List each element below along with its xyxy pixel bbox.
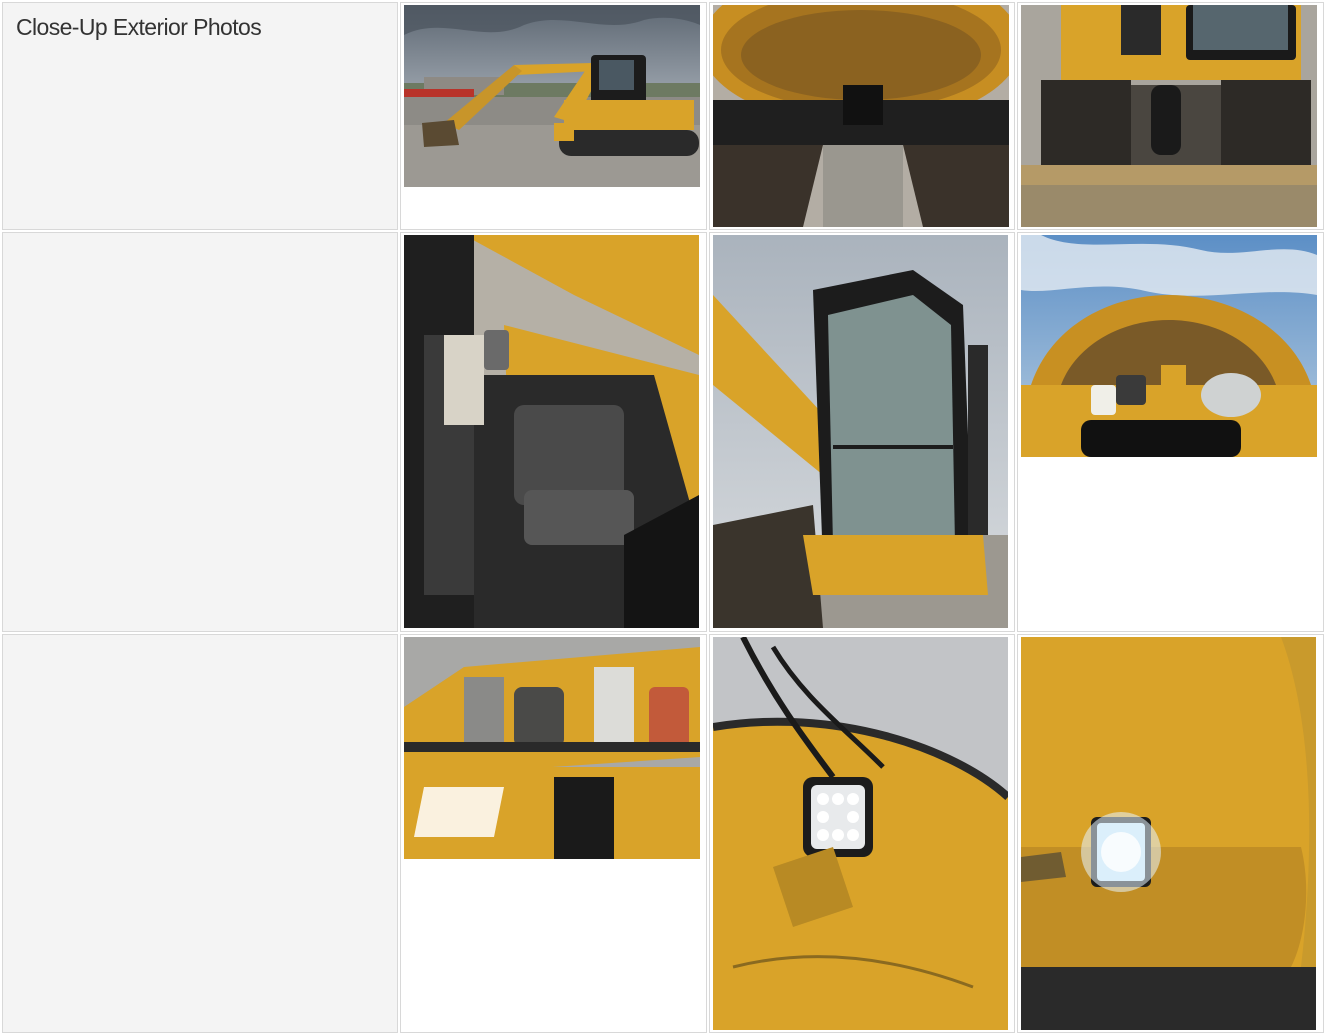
engine-parts-photo[interactable]: [404, 637, 703, 859]
section-label-cell-empty-2: [2, 634, 398, 1033]
section-label-cell: Close-Up Exterior Photos: [2, 2, 398, 230]
cab-door-photo[interactable]: [712, 235, 1012, 628]
photo-cell-6: [1017, 232, 1324, 632]
cab-seat-photo[interactable]: [404, 235, 703, 628]
photo-cell-7: [400, 634, 707, 1033]
photo-cell-8: [708, 634, 1016, 1033]
engine-hood-photo[interactable]: [1021, 235, 1320, 457]
work-light-photo[interactable]: [712, 637, 1012, 1030]
tracks-blade-photo[interactable]: [1021, 5, 1320, 227]
excavator-side-photo[interactable]: [404, 5, 703, 187]
undercarriage-photo[interactable]: [712, 5, 1012, 227]
photo-cell-4: [400, 232, 707, 632]
photo-cell-1: [400, 2, 707, 230]
photo-gallery-table: Close-Up Exterior Photos: [0, 0, 1326, 1035]
photo-cell-9: [1017, 634, 1324, 1033]
section-label-cell-empty: [2, 232, 398, 632]
section-title: Close-Up Exterior Photos: [16, 14, 262, 40]
photo-cell-3: [1017, 2, 1324, 230]
photo-cell-5: [708, 232, 1016, 632]
photo-cell-2: [708, 2, 1016, 230]
work-light-on-photo[interactable]: [1021, 637, 1320, 1030]
